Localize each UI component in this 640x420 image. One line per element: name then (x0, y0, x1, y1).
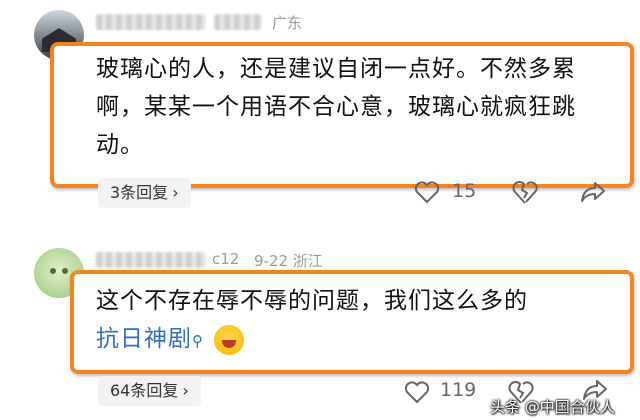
username-blurred-suffix (214, 14, 262, 30)
comment-location: 广东 (272, 14, 303, 32)
username-partial: c12 (212, 250, 240, 268)
dislike-button[interactable] (512, 178, 538, 206)
like-button[interactable] (414, 180, 440, 204)
chevron-right-icon: › (172, 183, 179, 202)
search-icon: ⚲ (192, 332, 204, 350)
comment-text-2: 这个不存在辱不辱的问题，我们这么多的 抗日神剧⚲ (96, 282, 606, 360)
heart-icon (414, 181, 440, 204)
laughing-emoji-icon (214, 324, 245, 355)
comment-meta: 9-22 浙江 (254, 252, 323, 270)
comment-text: 玻璃心的人，还是建议自闭一点好。不然多累啊，某某一个用语不合心意，玻璃心就疯狂跳… (96, 56, 576, 158)
reply-count-button[interactable]: 64条回复 › (98, 376, 201, 406)
like-count: 15 (452, 180, 477, 202)
username-blurred[interactable] (96, 252, 206, 268)
reply-count-label: 64条回复 (110, 381, 179, 400)
reply-count-button[interactable]: 3条回复 › (98, 178, 191, 208)
share-button[interactable] (580, 180, 606, 204)
chevron-right-icon: › (182, 381, 189, 400)
like-button[interactable] (404, 380, 430, 404)
broken-heart-icon (512, 181, 538, 204)
username-blurred[interactable] (96, 14, 206, 30)
heart-icon (404, 381, 430, 404)
reply-count-label: 3条回复 (110, 183, 169, 202)
like-count: 119 (440, 379, 477, 401)
share-icon (581, 182, 605, 202)
comment-text: 这个不存在辱不辱的问题，我们这么多的 (96, 288, 528, 314)
watermark: 头条 @中国合伙人 (490, 398, 615, 416)
topic-link[interactable]: 抗日神剧 (96, 326, 192, 352)
